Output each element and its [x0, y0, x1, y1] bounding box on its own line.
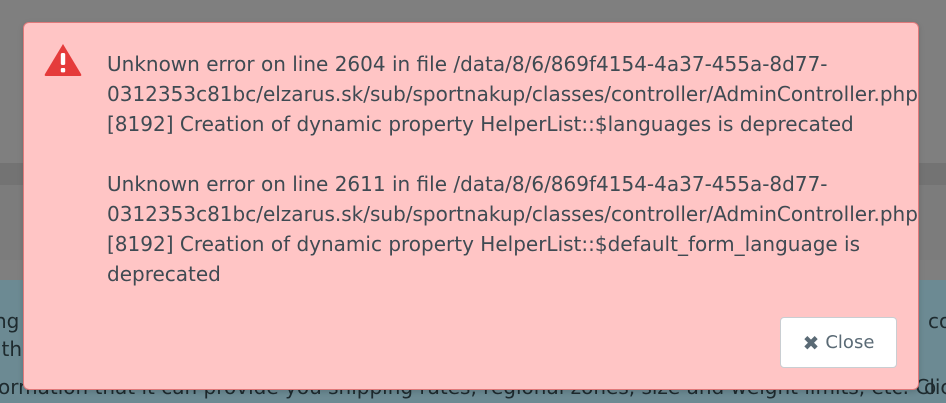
error-line: 0312353c81bc/elzarus.sk/sub/sportnakup/c… — [107, 82, 918, 106]
close-button-label: Close — [825, 332, 875, 353]
background-text: ng — [0, 309, 20, 333]
error-line: 0312353c81bc/elzarus.sk/sub/sportnakup/c… — [107, 202, 918, 226]
error-message: Unknown error on line 2604 in file /data… — [107, 49, 918, 289]
error-block: Unknown error on line 2604 in file /data… — [107, 49, 918, 139]
error-line: [8192] Creation of dynamic property Help… — [107, 232, 861, 256]
error-dialog: Unknown error on line 2604 in file /data… — [23, 22, 919, 390]
warning-triangle-icon — [44, 44, 82, 76]
background-text: ith — [0, 337, 23, 361]
close-button[interactable]: ✖ Close — [780, 317, 897, 368]
background-text: o — [924, 375, 937, 399]
error-line: [8192] Creation of dynamic property Help… — [107, 112, 854, 136]
background-text: co — [928, 309, 946, 333]
error-line: Unknown error on line 2611 in file /data… — [107, 172, 828, 196]
error-line: deprecated — [107, 262, 221, 286]
error-line: Unknown error on line 2604 in file /data… — [107, 52, 828, 76]
close-icon: ✖ — [802, 330, 820, 355]
error-block: Unknown error on line 2611 in file /data… — [107, 169, 918, 289]
